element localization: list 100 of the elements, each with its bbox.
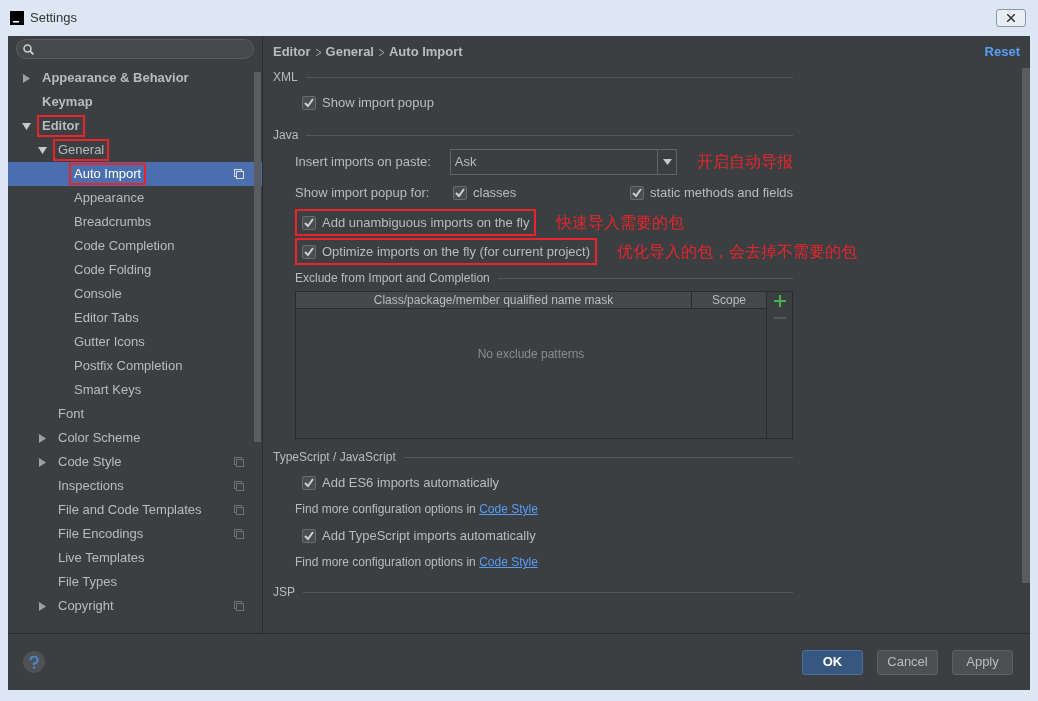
checkbox-row[interactable]: Optimize imports on the fly (for current project) <box>295 237 598 266</box>
tree-item[interactable]: Breadcrumbs <box>8 210 262 234</box>
code-style-link[interactable]: Code Style <box>479 555 538 569</box>
breadcrumb-item: Auto Import <box>389 43 463 62</box>
close-button[interactable] <box>996 9 1026 27</box>
tree-item-label: File Types <box>57 573 118 591</box>
checkbox[interactable] <box>302 244 316 259</box>
tree-item-label: Inspections <box>57 477 125 495</box>
tree-item-label: Keymap <box>41 93 94 111</box>
search-icon <box>23 43 34 55</box>
checkbox-option[interactable]: static methods and fields <box>629 183 793 203</box>
checkbox[interactable] <box>302 95 316 110</box>
tree-item-label: Copyright <box>57 597 115 615</box>
tree-item-label: Editor Tabs <box>73 309 140 327</box>
checkbox-row[interactable]: Add unambiguous imports on the fly <box>295 208 537 237</box>
tree-item-label: Code Folding <box>73 261 153 279</box>
section-title: JSP <box>273 584 295 601</box>
column-header[interactable]: Scope <box>692 292 766 308</box>
section-title: Java <box>273 127 299 144</box>
project-scope-icon <box>234 457 244 467</box>
section-title: XML <box>273 69 298 86</box>
tree-item-label: Console <box>73 285 123 303</box>
checkbox-row[interactable]: Add ES6 imports automatically <box>295 468 507 497</box>
expanded-arrow-icon[interactable] <box>38 145 47 155</box>
tree-item-label: Editor <box>37 115 85 137</box>
tree-item[interactable]: Editor Tabs <box>8 306 262 330</box>
checkbox-row[interactable]: Add TypeScript imports automatically <box>295 521 543 550</box>
checkbox-row[interactable]: Show import popup <box>295 88 441 117</box>
collapsed-arrow-icon[interactable] <box>38 433 47 443</box>
collapsed-arrow-icon[interactable] <box>38 457 47 467</box>
dialog-button[interactable]: Apply <box>952 649 1013 675</box>
tree-item[interactable]: Code Completion <box>8 234 262 258</box>
tree-item[interactable]: Auto Import <box>8 162 262 186</box>
dropdown[interactable]: Ask <box>449 149 677 175</box>
code-style-link[interactable]: Code Style <box>479 502 538 516</box>
scrollbar[interactable] <box>254 72 261 442</box>
collapsed-arrow-icon[interactable] <box>38 601 47 611</box>
checkbox[interactable] <box>629 186 644 200</box>
tree-item[interactable]: File Types <box>8 570 262 594</box>
tree-item-label: File Encodings <box>57 525 145 543</box>
tree-item[interactable]: General <box>8 138 262 162</box>
scrollbar[interactable] <box>1022 68 1030 583</box>
expanded-arrow-icon[interactable] <box>22 121 31 131</box>
help-button[interactable] <box>23 651 45 673</box>
tree-item-label: Gutter Icons <box>73 333 146 351</box>
tree-item[interactable]: File Encodings <box>8 522 262 546</box>
tree-item-label: Code Style <box>57 453 123 471</box>
app-logo-icon <box>10 11 24 25</box>
tree-item-label: Code Completion <box>73 237 176 255</box>
project-scope-icon <box>234 481 244 491</box>
annotation-note: 开启自动导报 <box>697 152 793 172</box>
checkbox[interactable] <box>302 475 316 490</box>
add-icon[interactable] <box>773 295 786 307</box>
dialog-button[interactable]: Cancel <box>877 649 938 675</box>
tree-item[interactable]: Code Style <box>8 450 262 474</box>
column-header[interactable]: Class/package/member qualified name mask <box>296 292 692 308</box>
field-label: Show import popup for: <box>295 184 431 203</box>
breadcrumb-item: Editor <box>273 43 311 62</box>
tree-item[interactable]: Postfix Completion <box>8 354 262 378</box>
tree-item-label: Auto Import <box>69 163 147 185</box>
project-scope-icon <box>234 169 244 179</box>
annotation-note: 优化导入的包，会去掉不需要的包 <box>617 241 858 262</box>
chevron-icon <box>315 48 321 56</box>
project-scope-icon <box>234 505 244 515</box>
help-icon <box>29 655 39 669</box>
tree-item-label: Breadcrumbs <box>73 213 153 231</box>
reset-link[interactable]: Reset <box>984 42 1020 62</box>
tree-item[interactable]: Console <box>8 282 262 306</box>
tree-item[interactable]: File and Code Templates <box>8 498 262 522</box>
dialog-button[interactable]: OK <box>802 649 863 675</box>
chevron-icon <box>379 48 384 56</box>
tree-item[interactable]: Code Folding <box>8 258 262 282</box>
tree-item[interactable]: Appearance & Behavior <box>8 66 262 90</box>
tree-item[interactable]: Smart Keys <box>8 378 262 402</box>
search-field[interactable] <box>16 39 254 59</box>
tree-item[interactable]: Font <box>8 402 262 426</box>
checkbox-option[interactable]: classes <box>453 183 517 203</box>
tree-item[interactable]: Editor <box>8 114 262 138</box>
field-label: Insert imports on paste: <box>295 153 431 172</box>
tree-item-label: File and Code Templates <box>57 501 203 519</box>
dropdown-arrow-icon <box>662 159 672 165</box>
tree-item-label: Appearance <box>73 189 146 207</box>
checkbox[interactable] <box>302 528 316 543</box>
tree-item[interactable]: Inspections <box>8 474 262 498</box>
checkbox[interactable] <box>453 186 467 200</box>
tree-item[interactable]: Keymap <box>8 90 262 114</box>
checkbox[interactable] <box>302 215 316 230</box>
annotation-note: 快速导入需要的包 <box>556 212 685 233</box>
tree-item-label: Appearance & Behavior <box>41 69 190 87</box>
breadcrumb-item: General <box>325 43 374 62</box>
tree-item[interactable]: Copyright <box>8 594 262 618</box>
hint-text: Find more configuration options in Code Style <box>295 501 538 518</box>
tree-item-label: Color Scheme <box>57 429 142 447</box>
tree-item[interactable]: Appearance <box>8 186 262 210</box>
tree-item[interactable]: Color Scheme <box>8 426 262 450</box>
tree-item[interactable]: Live Templates <box>8 546 262 570</box>
tree-item[interactable]: Gutter Icons <box>8 330 262 354</box>
tree-item-label: Postfix Completion <box>73 357 184 375</box>
collapsed-arrow-icon[interactable] <box>22 73 31 83</box>
empty-table-message: No exclude patterns <box>477 346 585 363</box>
